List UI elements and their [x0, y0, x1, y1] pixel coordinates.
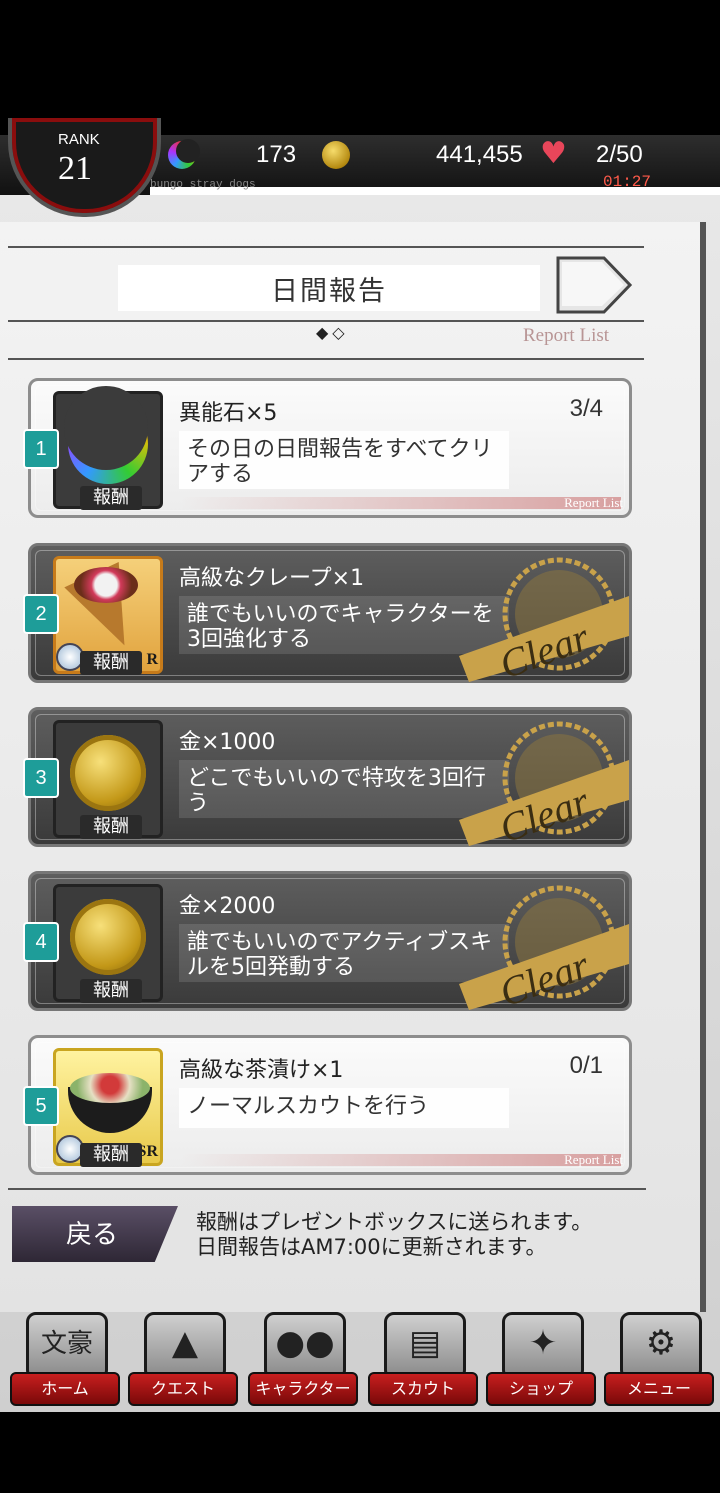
page-indicator: ◆◇	[316, 323, 349, 342]
note-line-2: 日間報告はAM7:00に更新されます。	[196, 1235, 547, 1259]
reward-item-box: 報酬	[53, 386, 163, 510]
reward-item-box: 報酬	[53, 720, 163, 839]
ability-stone-icon	[168, 139, 200, 169]
rank-label: RANK	[58, 131, 100, 148]
nav-character-label: キャラクター	[248, 1372, 358, 1406]
gear-icon: ⚙	[620, 1312, 702, 1380]
nav-home-label: ホーム	[10, 1372, 120, 1406]
mission-number: 1	[23, 429, 59, 469]
reward-name: 金×2000	[179, 894, 276, 919]
money-count: 441,455	[436, 141, 523, 168]
mission-card-5[interactable]: SR 報酬 5 高級な茶漬け×1 ノーマルスカウトを行う 0/1 Report …	[23, 1035, 632, 1175]
gold-coin-icon	[70, 899, 146, 975]
coin-icon	[322, 141, 350, 169]
reward-tag: 報酬	[80, 979, 142, 1003]
clear-stamp-icon: Clear	[459, 885, 629, 1010]
reward-name: 高級なクレープ×1	[179, 566, 365, 591]
reward-name: 金×1000	[179, 730, 276, 755]
mission-number: 3	[23, 758, 59, 798]
mission-card-1[interactable]: 報酬 1 異能石×5 その日の日間報告をすべてクリアする 3/4 Report …	[23, 378, 632, 518]
nav-scout[interactable]: ▤ スカウト	[366, 1310, 478, 1410]
nav-quest-label: クエスト	[128, 1372, 238, 1406]
nav-shop-label: ショップ	[486, 1372, 596, 1406]
divider-list	[8, 358, 644, 360]
card-progress-bar	[181, 497, 621, 509]
mission-number: 4	[23, 922, 59, 962]
gold-coin-icon	[70, 735, 146, 811]
mission-description: その日の日間報告をすべてクリアする	[179, 431, 509, 489]
ap-heart-icon: ♥	[540, 136, 567, 171]
mission-card-4[interactable]: 報酬 4 金×2000 誰でもいいのでアクティブスキルを5回発動する Clear	[23, 871, 632, 1011]
bottom-black-bar	[0, 1412, 720, 1493]
note-line-1: 報酬はプレゼントボックスに送られます。	[196, 1210, 593, 1234]
top-black-bar	[0, 0, 720, 135]
reward-tag: 報酬	[80, 651, 142, 675]
mission-card-3[interactable]: 報酬 3 金×1000 どこでもいいので特攻を3回行う Clear	[23, 707, 632, 847]
ap-timer: 01:27	[603, 173, 652, 191]
home-icon: 文豪	[26, 1312, 108, 1380]
nav-menu-label: メニュー	[604, 1372, 714, 1406]
reward-tag: 報酬	[80, 486, 142, 510]
ap-count: 2/50	[596, 141, 643, 168]
mission-number: 2	[23, 594, 59, 634]
reward-tag: 報酬	[80, 1143, 142, 1167]
card-footer-label: Report List	[564, 1152, 623, 1167]
nav-character[interactable]: ●● キャラクター	[246, 1310, 358, 1410]
mission-card-2[interactable]: R 報酬 2 高級なクレープ×1 誰でもいいのでキャラクターを3回強化する Cl…	[23, 543, 632, 683]
nav-shop[interactable]: ✦ ショップ	[484, 1310, 596, 1410]
book-icon: ▤	[384, 1312, 466, 1380]
characters-icon: ●●	[264, 1312, 346, 1380]
rarity-label: R	[146, 651, 158, 668]
reward-item-box: SR 報酬	[53, 1048, 163, 1167]
home-badge-text: 文豪	[40, 1329, 93, 1359]
divider-title	[8, 320, 644, 322]
divider-footer	[8, 1188, 646, 1190]
rank-value: 21	[58, 150, 92, 187]
crepe-topping-icon	[74, 567, 138, 603]
mission-progress: 3/4	[569, 395, 603, 422]
bottom-nav: 文豪 ホーム ▲ クエスト ●● キャラクター ▤ スカウト ✦ ショップ ⚙ …	[0, 1310, 720, 1412]
reward-item-box: 報酬	[53, 884, 163, 1003]
next-page-arrow-icon[interactable]	[556, 256, 632, 314]
nav-quest[interactable]: ▲ クエスト	[126, 1310, 238, 1410]
divider-top	[8, 246, 644, 248]
chazuke-icon	[70, 1073, 150, 1103]
tiger-icon: ▲	[144, 1312, 226, 1380]
reward-item-box: R 報酬	[53, 556, 163, 675]
ability-stone-crescent-icon	[64, 386, 148, 484]
card-progress-bar	[181, 1154, 621, 1166]
mission-progress: 0/1	[569, 1052, 603, 1079]
page-title: 日間報告	[118, 265, 540, 311]
reward-name: 異能石×5	[179, 401, 278, 426]
stone-count: 173	[256, 141, 297, 168]
mission-description: ノーマルスカウトを行う	[179, 1088, 509, 1128]
nav-menu[interactable]: ⚙ メニュー	[602, 1310, 714, 1410]
nav-scout-label: スカウト	[368, 1372, 478, 1406]
nav-home[interactable]: 文豪 ホーム	[8, 1310, 120, 1410]
game-subtitle: bungo stray dogs	[150, 179, 256, 191]
mission-number: 5	[23, 1086, 59, 1126]
back-button[interactable]: 戻る	[12, 1206, 178, 1262]
clear-stamp-icon: Clear	[459, 557, 629, 682]
reward-tag: 報酬	[80, 815, 142, 839]
clear-stamp-icon: Clear	[459, 721, 629, 846]
report-list-link[interactable]: Report List	[523, 325, 609, 347]
cart-icon: ✦	[502, 1312, 584, 1380]
card-footer-label: Report List	[564, 495, 623, 510]
reward-name: 高級な茶漬け×1	[179, 1058, 344, 1083]
